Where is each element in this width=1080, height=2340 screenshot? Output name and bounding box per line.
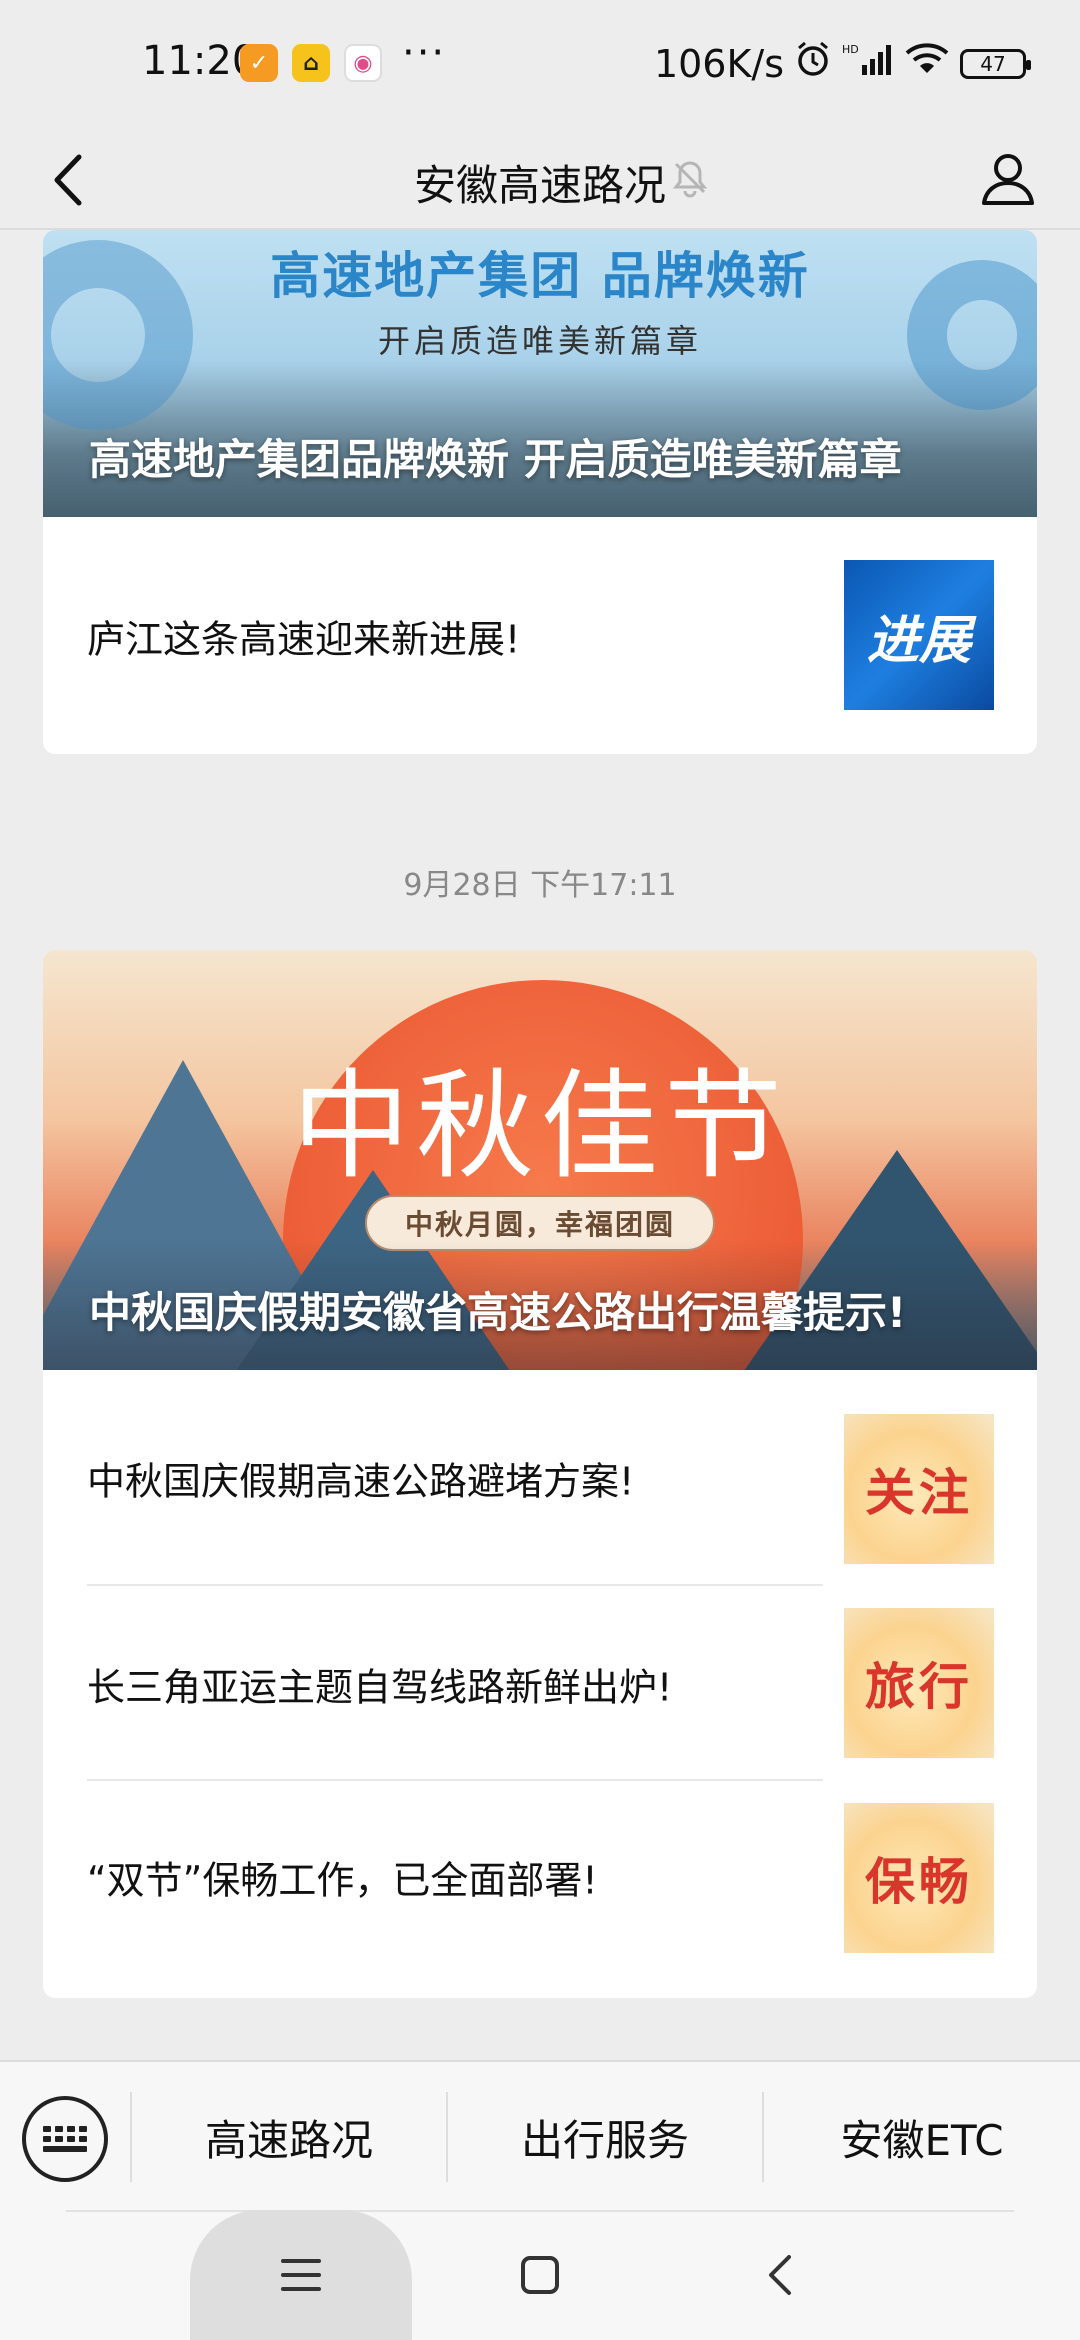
article-thumbnail: 关注 <box>844 1414 994 1564</box>
banner-subtitle: 开启质造唯美新篇章 <box>377 322 702 360</box>
profile-button[interactable] <box>968 138 1048 218</box>
article-thumbnail: 进展 <box>844 560 994 710</box>
article-banner[interactable]: 高速地产集团 品牌焕新 开启质造唯美新篇章 高速地产集团品牌焕新 开启质造唯美新… <box>43 230 1037 517</box>
battery-icon: 47 <box>960 48 1031 79</box>
status-right: 106K/s HD 47 <box>653 40 1031 87</box>
menu-button[interactable] <box>190 2210 412 2340</box>
home-square-icon <box>521 2256 559 2294</box>
notification-car-icon: ⌂ <box>292 44 330 82</box>
article-thumbnail: 保畅 <box>844 1803 994 1953</box>
keyboard-icon <box>43 2126 87 2152</box>
banner-title: 中秋佳节 <box>291 1057 788 1195</box>
page-title: 安徽高速路况 <box>413 161 666 210</box>
network-speed: 106K/s <box>653 41 784 86</box>
notification-browser-icon: ◉ <box>344 44 382 82</box>
article-card: 高速地产集团 品牌焕新 开启质造唯美新篇章 高速地产集团品牌焕新 开启质造唯美新… <box>43 230 1037 754</box>
notification-app-icon: ✓ <box>240 44 278 82</box>
article-title: “双节”保畅工作，已全面部署! <box>87 1858 598 1903</box>
svg-text:HD: HD <box>842 43 859 56</box>
alarm-icon <box>794 40 832 87</box>
banner-title: 高速地产集团 品牌焕新 <box>270 247 810 305</box>
status-app-icons: ✓ ⌂ ◉ <box>240 44 382 82</box>
article-list-item[interactable]: 中秋国庆假期高速公路避堵方案! 关注 <box>43 1370 1037 1586</box>
article-list-item[interactable]: 长三角亚运主题自驾线路新鲜出炉! 旅行 <box>43 1586 1037 1781</box>
article-title: 长三角亚运主题自驾线路新鲜出炉! <box>87 1665 673 1709</box>
menu-item-anhui-etc[interactable]: 安徽ETC <box>764 2062 1080 2212</box>
message-timestamp: 9月28日 下午17:11 <box>403 868 677 903</box>
back-chevron-icon <box>769 2255 791 2295</box>
menu-lines-icon <box>281 2259 321 2291</box>
menu-item-travel-services[interactable]: 出行服务 <box>448 2062 762 2212</box>
article-list-item[interactable]: 庐江这条高速迎来新进展! 进展 <box>43 517 1037 754</box>
banner-caption: 中秋国庆假期安徽省高速公路出行温馨提示! <box>89 1288 907 1337</box>
header: 安徽高速路况 <box>0 130 1080 230</box>
menu-item-road-conditions[interactable]: 高速路况 <box>132 2062 446 2212</box>
status-more-icon: ··· <box>402 30 447 76</box>
muted-bell-icon <box>670 158 710 198</box>
article-list-item[interactable]: “双节”保畅工作，已全面部署! 保畅 <box>43 1781 1037 1998</box>
article-banner[interactable]: 中秋佳节 中秋月圆，幸福团圆 中秋国庆假期安徽省高速公路出行温馨提示! <box>43 950 1037 1370</box>
wifi-icon <box>904 41 950 86</box>
article-title: 中秋国庆假期高速公路避堵方案! <box>87 1459 635 1504</box>
article-card: 中秋佳节 中秋月圆，幸福团圆 中秋国庆假期安徽省高速公路出行温馨提示! 中秋国庆… <box>43 950 1037 1998</box>
bottom-menu: 高速路况 出行服务 安徽ETC <box>0 2060 1080 2210</box>
banner-caption: 高速地产集团品牌焕新 开启质造唯美新篇章 <box>89 435 902 484</box>
article-title: 庐江这条高速迎来新进展! <box>87 617 521 661</box>
status-bar: 11:20 ✓ ⌂ ◉ ··· 106K/s HD 47 <box>0 0 1080 130</box>
system-navigation-bar <box>0 2210 1080 2340</box>
keyboard-toggle-button[interactable] <box>22 2096 108 2182</box>
user-icon <box>982 154 1034 205</box>
signal-icon: HD <box>842 41 894 86</box>
system-back-button[interactable] <box>720 2210 840 2340</box>
home-button[interactable] <box>480 2210 600 2340</box>
article-thumbnail: 旅行 <box>844 1608 994 1758</box>
